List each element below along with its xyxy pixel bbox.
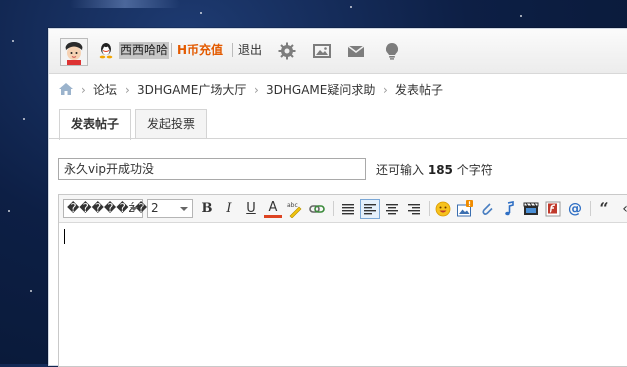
breadcrumb-current: 发表帖子 bbox=[395, 83, 444, 97]
char-remaining-prefix: 还可输入 bbox=[376, 163, 425, 177]
chevron-down-icon bbox=[180, 207, 188, 211]
home-icon[interactable] bbox=[58, 82, 74, 100]
chevron-down-icon bbox=[130, 207, 138, 211]
image-upload-icon[interactable] bbox=[456, 200, 474, 218]
font-family-select[interactable]: �����ź� bbox=[63, 199, 147, 218]
quote-button[interactable]: “ bbox=[595, 200, 613, 218]
breadcrumb-help[interactable]: 3DHGAME疑问求助 bbox=[266, 82, 375, 98]
breadcrumb-separator: › bbox=[383, 83, 388, 97]
italic-button[interactable]: I bbox=[220, 200, 238, 218]
char-remaining-count: 185 bbox=[427, 163, 453, 177]
at-mention-icon[interactable]: @ bbox=[566, 200, 584, 218]
code-icon[interactable]: ‹ bbox=[616, 200, 627, 218]
underline-button[interactable]: U bbox=[242, 200, 260, 218]
avatar[interactable] bbox=[60, 38, 88, 66]
link-icon[interactable] bbox=[308, 200, 326, 218]
star bbox=[200, 12, 202, 14]
char-remaining: 还可输入 185 个字符 bbox=[376, 162, 493, 178]
post-panel: 西西哈哈 H币充值 退出 › 论坛 › 3DHGAME广场大厅 › 3DHGAM… bbox=[48, 28, 627, 367]
editor-toolbar: �����ź� 2 B I U A abc @ “ bbox=[59, 195, 627, 223]
toolbar-divider bbox=[590, 201, 591, 216]
toolbar-divider bbox=[333, 201, 334, 216]
tab-new-poll[interactable]: 发起投票 bbox=[135, 109, 207, 139]
username-link[interactable]: 西西哈哈 bbox=[119, 42, 170, 59]
bold-button[interactable]: B bbox=[198, 200, 216, 218]
align-center-icon[interactable] bbox=[383, 200, 401, 218]
envelope-icon[interactable] bbox=[346, 41, 366, 61]
char-remaining-suffix: 个字符 bbox=[456, 163, 493, 177]
subject-input[interactable]: 永久vip开成功没 bbox=[58, 158, 366, 180]
gear-icon[interactable] bbox=[277, 41, 297, 61]
breadcrumb-separator: › bbox=[254, 83, 259, 97]
lightbulb-icon[interactable] bbox=[382, 41, 402, 61]
breadcrumb-separator: › bbox=[81, 83, 86, 97]
divider bbox=[171, 43, 172, 57]
background-glow bbox=[70, 0, 180, 8]
music-icon[interactable] bbox=[500, 200, 518, 218]
divider bbox=[232, 43, 233, 57]
star bbox=[23, 118, 25, 120]
editor-content-area[interactable] bbox=[59, 223, 627, 366]
tab-divider bbox=[49, 138, 627, 139]
tab-new-post[interactable]: 发表帖子 bbox=[59, 109, 131, 140]
text-caret bbox=[64, 229, 65, 244]
breadcrumb-plaza[interactable]: 3DHGAME广场大厅 bbox=[137, 82, 246, 98]
svg-text:abc: abc bbox=[287, 202, 298, 209]
align-left-icon[interactable] bbox=[360, 199, 380, 219]
font-size-select[interactable]: 2 bbox=[147, 199, 193, 218]
star bbox=[8, 210, 10, 212]
video-icon[interactable] bbox=[522, 200, 540, 218]
attachment-icon[interactable] bbox=[478, 200, 496, 218]
qq-penguin-icon bbox=[98, 42, 114, 62]
star bbox=[30, 290, 32, 292]
align-justify-icon[interactable] bbox=[339, 200, 357, 218]
breadcrumb-separator: › bbox=[125, 83, 130, 97]
logout-link[interactable]: 退出 bbox=[238, 42, 262, 59]
picture-icon[interactable] bbox=[312, 41, 332, 61]
star bbox=[350, 6, 352, 8]
rich-text-editor: �����ź� 2 B I U A abc @ “ bbox=[58, 194, 627, 367]
breadcrumb-forum[interactable]: 论坛 bbox=[93, 82, 117, 98]
star bbox=[520, 15, 522, 17]
font-color-button[interactable]: A bbox=[264, 200, 282, 218]
flash-icon[interactable] bbox=[544, 200, 562, 218]
user-header: 西西哈哈 H币充值 退出 bbox=[49, 29, 627, 74]
toolbar-divider bbox=[429, 201, 430, 216]
star bbox=[12, 40, 14, 42]
highlight-pen-icon[interactable]: abc bbox=[286, 200, 304, 219]
font-size-value: 2 bbox=[151, 201, 159, 215]
smiley-icon[interactable] bbox=[434, 200, 452, 218]
align-right-icon[interactable] bbox=[405, 200, 423, 218]
hcoin-recharge-link[interactable]: H币充值 bbox=[177, 42, 223, 59]
